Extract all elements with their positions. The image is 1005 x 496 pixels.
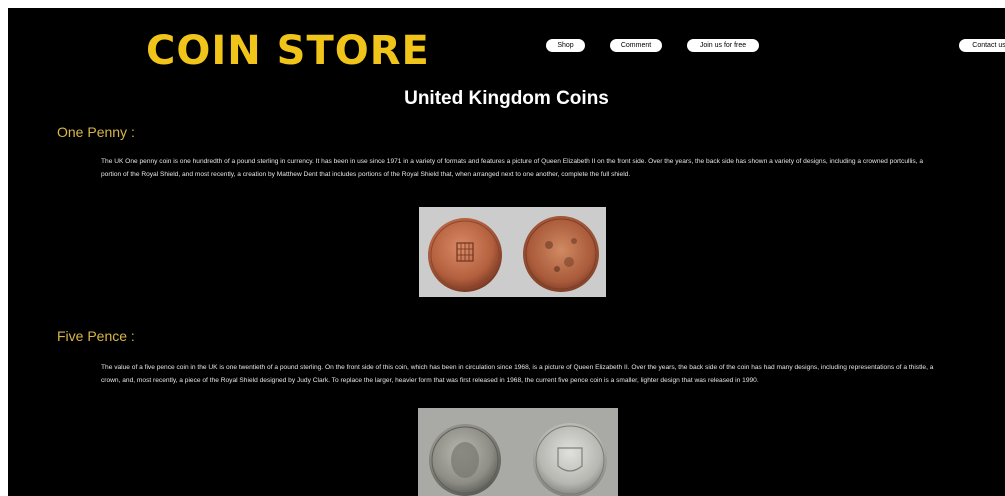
five-pence-coin-image — [418, 408, 618, 496]
nav-comment-button[interactable]: Comment — [610, 39, 662, 52]
nav-shop-button[interactable]: Shop — [546, 39, 585, 52]
section-heading-five-pence: Five Pence : — [57, 328, 135, 344]
site-logo[interactable]: COIN STORE — [146, 28, 430, 74]
page: COIN STORE Shop Comment Join us for free… — [8, 8, 1005, 496]
nav-join-button[interactable]: Join us for free — [687, 39, 759, 52]
one-penny-coin-image — [419, 207, 606, 297]
page-title: United Kingdom Coins — [404, 88, 609, 109]
nav-contact-button[interactable]: Contact us — [959, 39, 1005, 52]
section-text-one-penny: The UK One penny coin is one hundredth o… — [101, 158, 924, 178]
section-text-five-pence: The value of a five pence coin in the UK… — [101, 364, 934, 384]
section-heading-one-penny: One Penny : — [57, 124, 135, 140]
